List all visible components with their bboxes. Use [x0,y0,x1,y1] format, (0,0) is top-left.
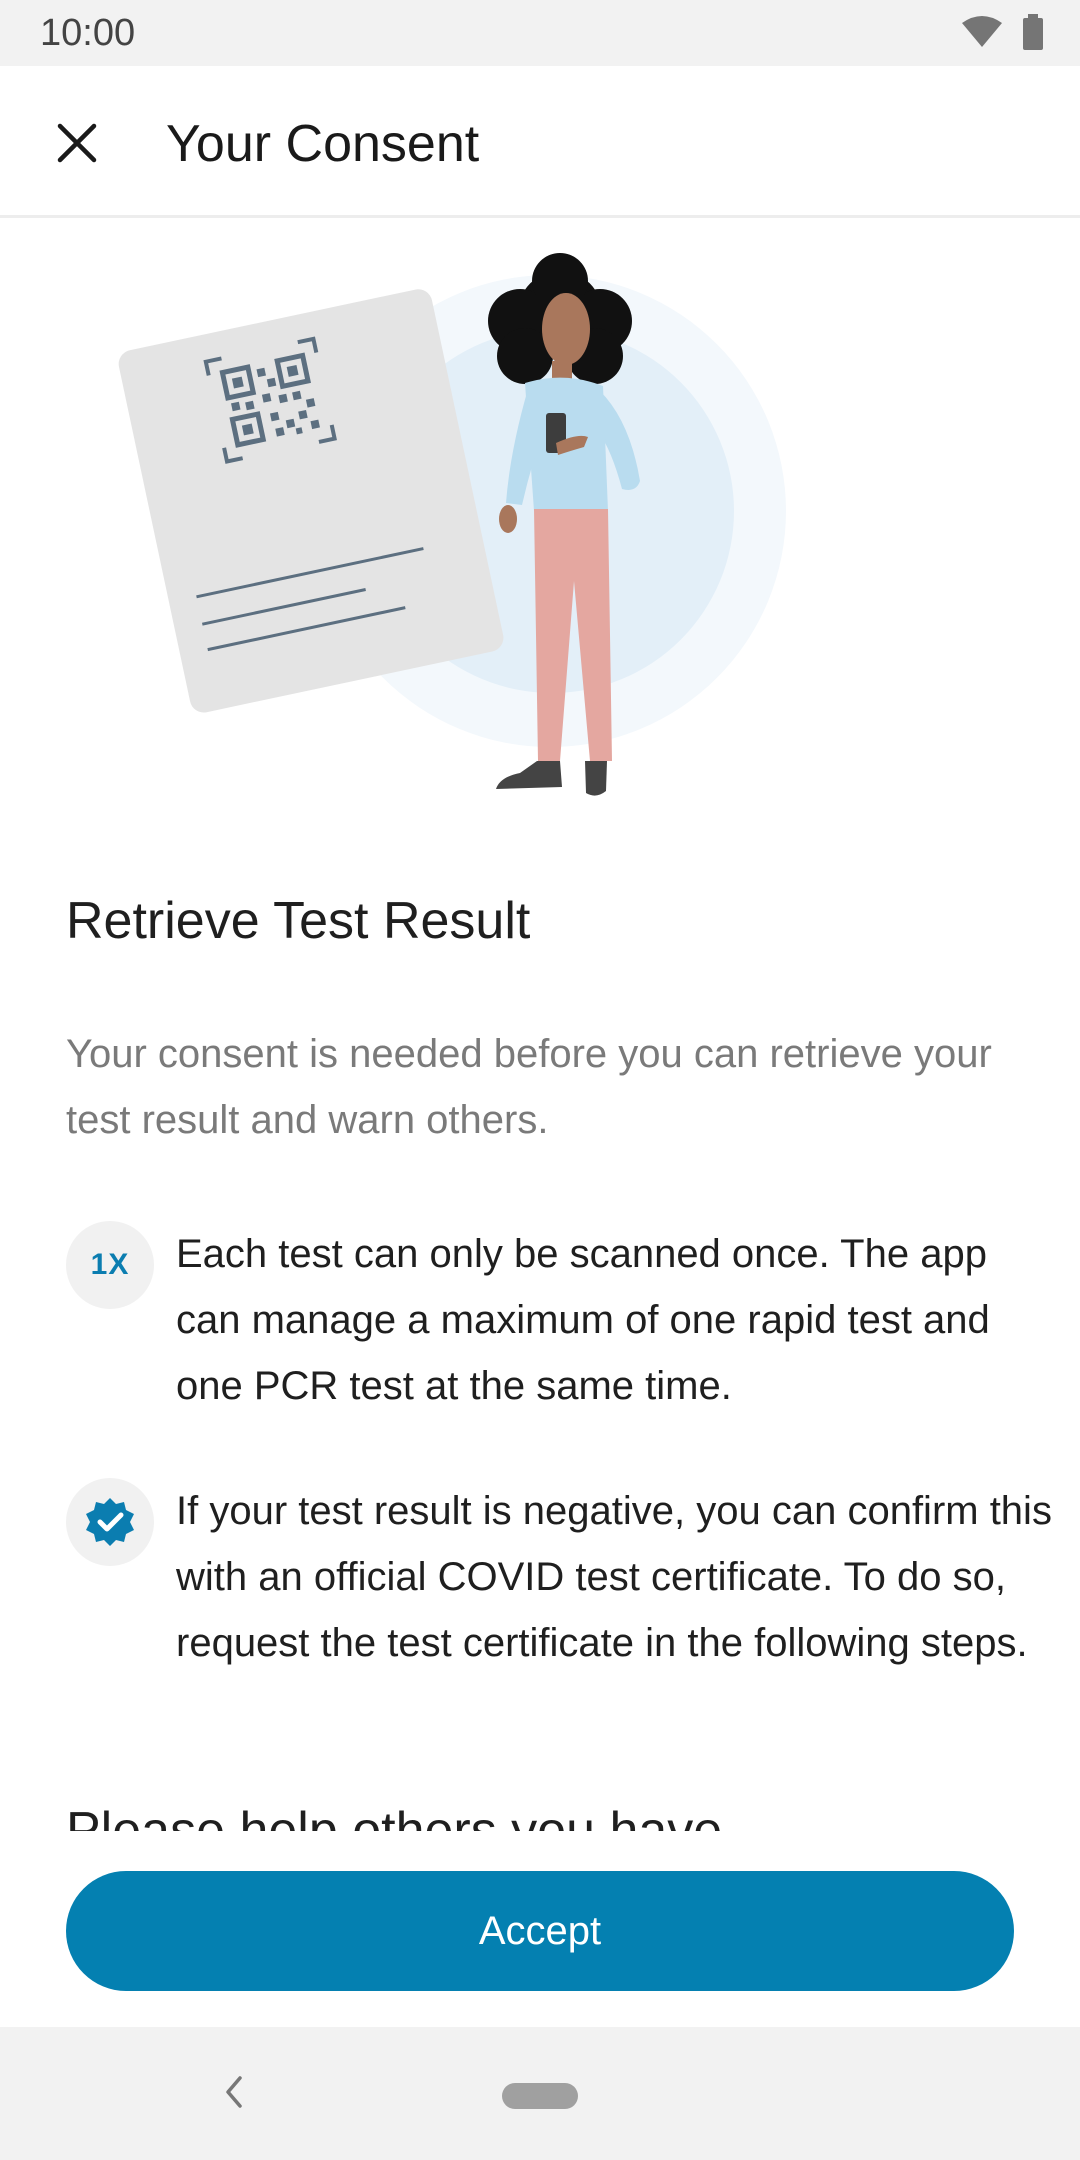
info-item-certificate: If your test result is negative, you can… [66,1478,1052,1748]
footer: Accept [0,1831,1080,2027]
consent-illustration [0,221,1080,821]
intro-text: Your consent is needed before you can re… [66,1032,992,1142]
info-item-text: If your test result is negative, you can… [176,1489,1052,1665]
wifi-icon [960,15,1004,54]
info-item-scan-once: 1X Each test can only be scanned once. T… [66,1221,1026,1431]
accept-button[interactable]: Accept [66,1871,1014,1991]
close-button[interactable] [44,112,110,178]
next-section-heading: Please help others you have [66,1802,723,1831]
nav-back-button[interactable] [214,2069,254,2119]
system-nav-bar [0,2027,1080,2160]
chevron-left-icon [224,2075,244,2114]
section-heading: Retrieve Test Result [66,892,531,950]
once-badge-label: 1X [90,1248,130,1281]
app-bar: Your Consent [0,66,1080,218]
once-badge-icon: 1X [66,1221,154,1309]
nav-home-pill[interactable] [502,2083,578,2109]
status-bar: 10:00 [0,0,1080,66]
consent-content[interactable]: Retrieve Test Result Your consent is nee… [0,221,1080,1831]
close-icon [57,123,97,168]
battery-icon [1022,14,1044,55]
status-icons [960,14,1044,55]
page-title: Your Consent [166,115,480,173]
status-time: 10:00 [40,12,136,54]
verified-check-icon [66,1478,154,1566]
info-item-text: Each test can only be scanned once. The … [176,1232,990,1408]
